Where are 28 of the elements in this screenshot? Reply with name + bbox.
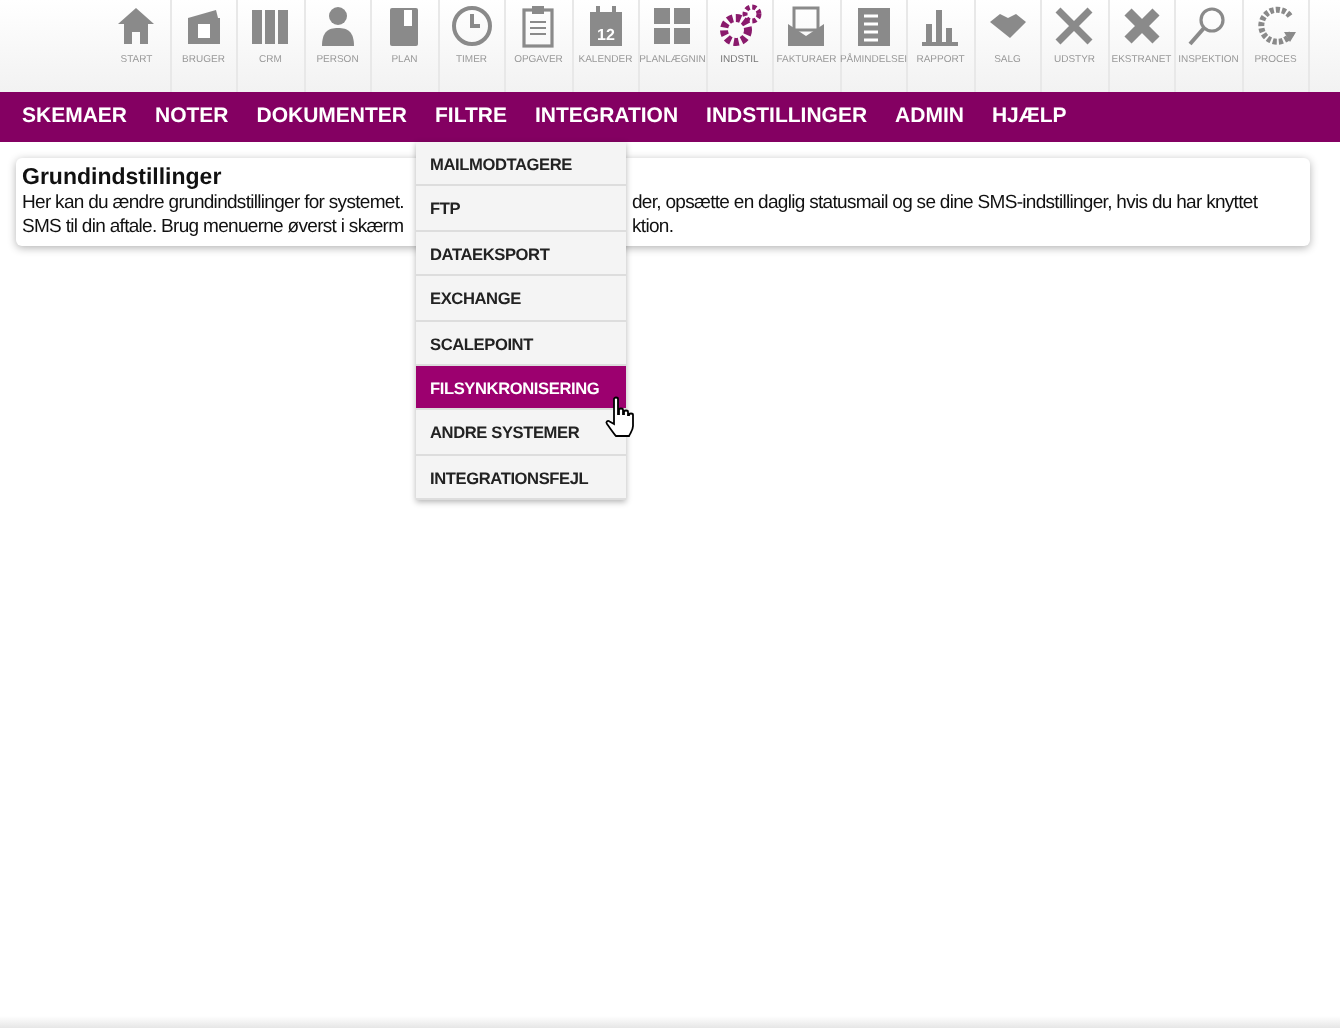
menu-item[interactable]: DOKUMENTER [242,92,422,142]
dropdown-item[interactable]: EXCHANGE [416,276,626,322]
dropdown-item[interactable]: INTEGRATIONSFEJL [416,455,626,501]
magnifier-icon [1186,4,1231,48]
dropdown-item[interactable]: FILSYNKRONISERING [416,365,626,411]
menu-item[interactable]: FILTRE [421,92,521,142]
house-icon [114,4,159,48]
dropdown-item[interactable]: FTP [416,186,626,232]
description-text: ktion. [632,216,676,240]
cross-icon [1119,4,1164,48]
menu-item[interactable]: NOTER [141,92,243,142]
circular-arrow-icon [1253,4,1298,48]
dropdown-item[interactable]: MAILMODTAGERE [416,142,626,187]
menu-item[interactable]: INTEGRATION [520,92,693,142]
description-text: Her kan du ændre grundindstillinger for systemet. [22,192,406,216]
description-text: der, opsætte en daglig statusmail og se dine SMS-indstillinger, hvis du har knyttet [632,192,1260,216]
menu-item[interactable]: ADMIN [881,92,978,142]
gears-icon [717,4,762,48]
menu-item[interactable]: SKEMAER [8,92,142,142]
binders-icon [248,4,293,48]
invoice-envelope-icon [784,4,829,48]
menu-item[interactable]: INDSTILLINGER [692,92,882,142]
menu-item[interactable]: HJÆLP [977,92,1081,142]
description-text: SMS til din aftale. Brug menuerne øverst i skærm [22,216,406,240]
dropdown-item[interactable]: DATAEKSPORT [416,231,626,277]
bar-chart-icon [918,4,963,48]
clock-icon [449,4,494,48]
panel-title: Grundindstillinger [22,166,224,192]
